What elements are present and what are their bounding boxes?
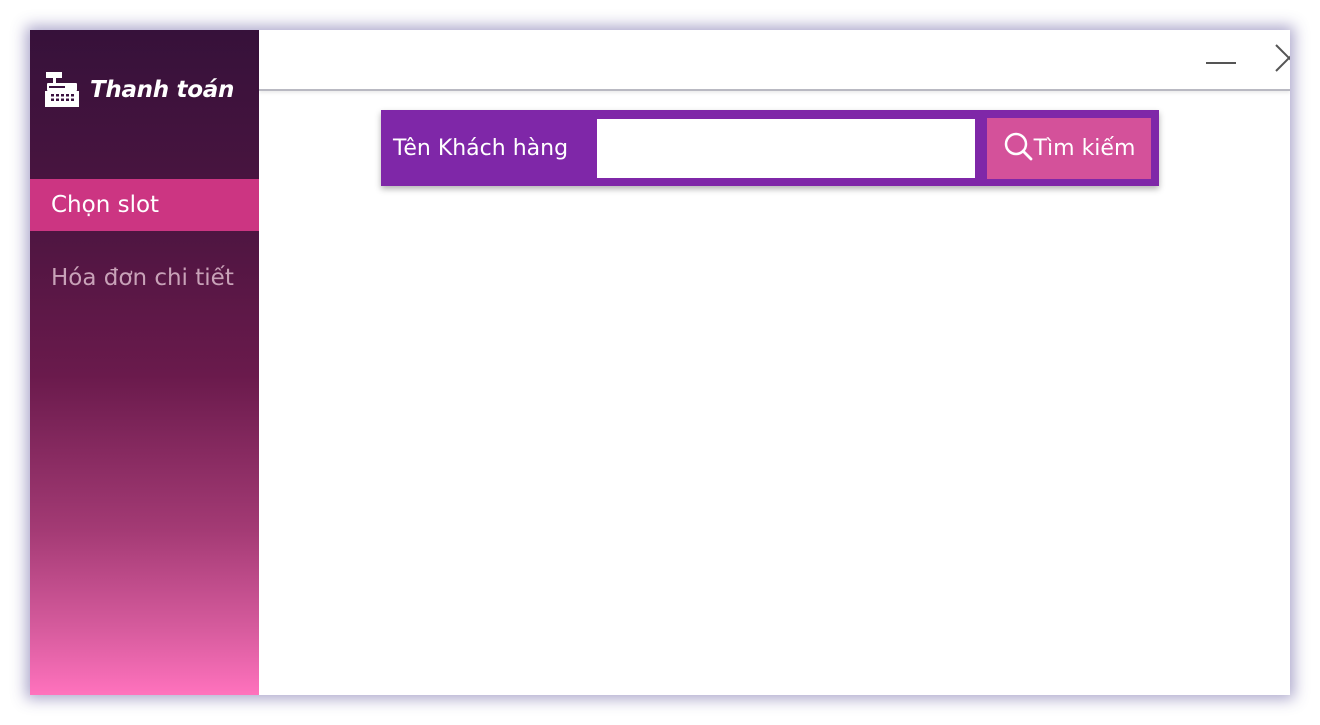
customer-search-panel: Tên Khách hàng Tìm kiếm [381, 110, 1159, 186]
cash-register-icon [42, 70, 82, 110]
sidebar-item-chon-slot[interactable]: Chọn slot [30, 179, 259, 231]
sidebar-item-label: Chọn slot [51, 192, 160, 218]
search-icon [1003, 131, 1034, 167]
sidebar-item-hoa-don-chi-tiet[interactable]: Hóa đơn chi tiết [30, 252, 259, 304]
search-button-label: Tìm kiếm [1033, 136, 1136, 161]
search-button[interactable]: Tìm kiếm [987, 118, 1151, 179]
title-bar [259, 30, 1290, 91]
minimize-button[interactable] [1199, 38, 1243, 82]
close-button[interactable] [1267, 38, 1290, 82]
brand: Thanh toán [42, 70, 234, 110]
customer-name-label: Tên Khách hàng [393, 135, 569, 161]
sidebar: Thanh toán Chọn slot Hóa đơn chi tiết [30, 30, 259, 695]
minimize-icon [1204, 41, 1238, 79]
sidebar-item-label: Hóa đơn chi tiết [51, 265, 234, 291]
app-window: Thanh toán Chọn slot Hóa đơn chi tiết Tê… [30, 30, 1290, 695]
customer-name-input[interactable] [597, 119, 975, 178]
close-icon [1273, 42, 1290, 78]
brand-title: Thanh toán [90, 77, 235, 103]
